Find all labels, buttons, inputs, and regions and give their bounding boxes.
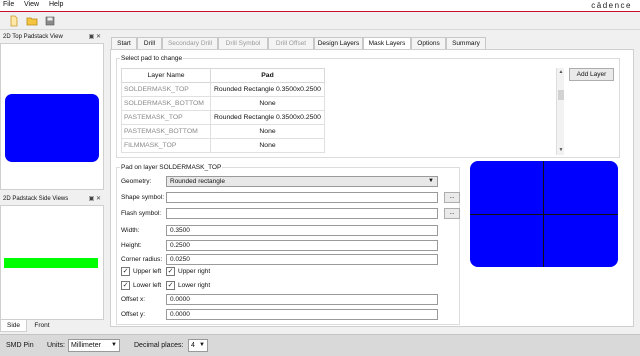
select-pad-group-title: Select pad to change [120, 55, 184, 62]
shape-symbol-field[interactable] [166, 192, 438, 203]
table-row[interactable]: PASTEMASK_TOP Rounded Rectangle 0.3500x0… [121, 110, 325, 125]
tab-front[interactable]: Front [28, 320, 56, 332]
pad-cell[interactable]: None [210, 96, 325, 111]
lower-left-label: Lower left [133, 282, 162, 289]
shape-symbol-label: Shape symbol: [121, 194, 164, 201]
side-pad-bar [4, 258, 98, 268]
units-value: Millimeter [71, 342, 101, 349]
menu-file[interactable]: File [3, 1, 14, 8]
panel-float-close-icon[interactable]: ▣ ✕ [89, 33, 101, 40]
tab-design-layers[interactable]: Design Layers [314, 37, 363, 49]
height-label: Height: [121, 242, 142, 249]
lower-right-label: Lower right [178, 282, 211, 289]
geometry-label: Geometry: [121, 178, 152, 185]
units-select[interactable]: Millimeter ▼ [68, 339, 120, 352]
pad-cell[interactable]: Rounded Rectangle 0.3500x0.2500 [210, 110, 325, 125]
offset-x-label: Offset x: [121, 296, 146, 303]
add-layer-button[interactable]: Add Layer [569, 68, 614, 81]
pad-cell[interactable]: None [210, 124, 325, 139]
flash-symbol-label: Flash symbol: [121, 210, 162, 217]
top-pad-shape [5, 94, 99, 162]
checkmark-icon: ✓ [121, 281, 130, 290]
decimal-places-value: 4 [191, 342, 195, 349]
flash-symbol-field[interactable] [166, 208, 438, 219]
new-file-icon[interactable] [8, 15, 20, 27]
layer-name-cell: SOLDERMASK_TOP [121, 82, 211, 97]
checkmark-icon: ✓ [166, 267, 175, 276]
table-scrollbar[interactable]: ▲ ▼ [556, 68, 564, 155]
mask-layer-table: Layer Name Pad SOLDERMASK_TOP Rounded Re… [121, 68, 325, 153]
toolbar [0, 12, 640, 30]
layer-name-cell: PASTEMASK_BOTTOM [121, 124, 211, 139]
upper-right-label: Upper right [178, 268, 211, 275]
layer-name-cell: SOLDERMASK_BOTTOM [121, 96, 211, 111]
width-label: Width: [121, 227, 140, 234]
upper-left-label: Upper left [133, 268, 162, 275]
column-header-pad[interactable]: Pad [210, 68, 325, 83]
pad-properties-title: Pad on layer SOLDERMASK_TOP [120, 164, 223, 171]
offset-x-field[interactable]: 0.0000 [166, 294, 438, 305]
geometry-value: Rounded rectangle [170, 178, 225, 185]
decimal-places-select[interactable]: 4 ▼ [188, 339, 208, 352]
scroll-down-icon[interactable]: ▼ [557, 147, 565, 153]
side-view-tabs: Side Front [0, 320, 104, 332]
pad-cell[interactable]: None [210, 138, 325, 153]
chevron-down-icon: ▼ [111, 342, 117, 348]
corner-radius-field[interactable]: 0.0250 [166, 254, 438, 265]
scrollbar-thumb[interactable] [558, 90, 564, 100]
pad-preview [470, 161, 618, 267]
scroll-up-icon[interactable]: ▲ [557, 69, 565, 75]
tab-side[interactable]: Side [0, 320, 27, 332]
tab-drill-offset[interactable]: Drill Offset [268, 37, 314, 49]
save-disk-icon[interactable] [44, 15, 56, 27]
tab-start[interactable]: Start [111, 37, 137, 49]
table-row[interactable]: SOLDERMASK_BOTTOM None [121, 96, 325, 111]
menu-help[interactable]: Help [49, 1, 63, 8]
side-view-panel: 2D Padstack Side Views ▣ ✕ [0, 194, 104, 320]
menu-view[interactable]: View [24, 1, 39, 8]
tab-summary[interactable]: Summary [446, 37, 486, 49]
top-view-panel: 2D Top Padstack View ▣ ✕ [0, 32, 104, 190]
width-field[interactable]: 0.3500 [166, 225, 438, 236]
open-folder-icon[interactable] [26, 15, 38, 27]
tab-drill[interactable]: Drill [137, 37, 162, 49]
layer-name-cell: PASTEMASK_TOP [121, 110, 211, 125]
checkmark-icon: ✓ [121, 267, 130, 276]
side-view-canvas [0, 205, 104, 320]
corner-radius-label: Corner radius: [121, 256, 163, 263]
preview-crosshair-horizontal [470, 214, 618, 215]
tab-options[interactable]: Options [411, 37, 446, 49]
table-row[interactable]: SOLDERMASK_TOP Rounded Rectangle 0.3500x… [121, 82, 325, 97]
panel-float-close-icon[interactable]: ▣ ✕ [89, 195, 101, 202]
tab-drill-symbol[interactable]: Drill Symbol [218, 37, 268, 49]
status-mode: SMD Pin [6, 342, 34, 349]
tab-secondary-drill[interactable]: Secondary Drill [162, 37, 218, 49]
shape-symbol-browse-button[interactable]: ... [444, 192, 460, 203]
layer-name-cell: FILMMASK_TOP [121, 138, 211, 153]
offset-y-field[interactable]: 0.0000 [166, 309, 438, 320]
decimal-places-label: Decimal places: [134, 342, 184, 349]
units-label: Units: [47, 342, 65, 349]
chevron-down-icon: ▼ [428, 178, 434, 184]
height-field[interactable]: 0.2500 [166, 240, 438, 251]
checkmark-icon: ✓ [166, 281, 175, 290]
status-bar: SMD Pin Units: Millimeter ▼ Decimal plac… [0, 334, 640, 356]
chevron-down-icon: ▼ [199, 342, 205, 348]
pad-cell[interactable]: Rounded Rectangle 0.3500x0.2500 [210, 82, 325, 97]
table-row[interactable]: PASTEMASK_BOTTOM None [121, 124, 325, 139]
menu-bar: File View Help cādence [0, 0, 640, 11]
table-row[interactable]: FILMMASK_TOP None [121, 138, 325, 153]
column-header-layer-name[interactable]: Layer Name [121, 68, 211, 83]
geometry-select[interactable]: Rounded rectangle ▼ [166, 176, 438, 187]
top-view-canvas [0, 43, 104, 190]
cadence-logo: cādence [591, 1, 632, 10]
offset-y-label: Offset y: [121, 311, 146, 318]
flash-symbol-browse-button[interactable]: ... [444, 208, 460, 219]
